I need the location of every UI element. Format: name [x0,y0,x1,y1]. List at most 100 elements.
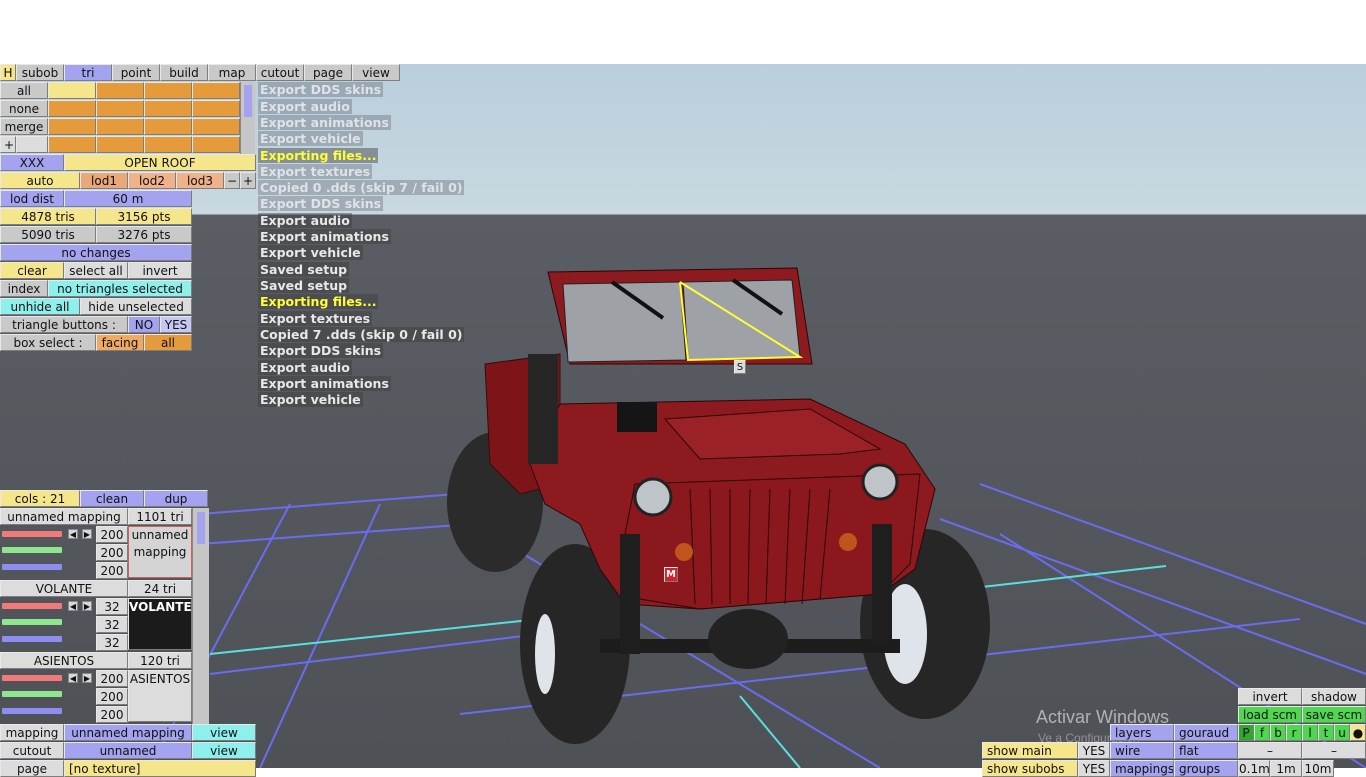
green-slider[interactable] [2,691,62,697]
menu-build[interactable]: build [160,64,208,81]
group-slot[interactable] [96,136,144,153]
groups-scroll-thumb[interactable] [244,85,252,117]
menu-map[interactable]: map [208,64,256,81]
blue-value[interactable]: 200 [96,706,128,723]
red-slider[interactable] [2,603,62,609]
group-slot[interactable] [144,82,192,99]
mapping-value[interactable]: unnamed mapping [64,724,192,741]
group-slot[interactable] [192,82,240,99]
group-merge-button[interactable]: merge [0,118,48,135]
group-slot[interactable] [144,118,192,135]
increase-arrow-icon[interactable]: ▶ [82,673,92,683]
toggle-t[interactable]: t [1318,724,1334,741]
green-slider[interactable] [2,547,62,553]
unhide-all-button[interactable]: unhide all [0,298,80,315]
load-scm-button[interactable]: load scm [1238,706,1302,723]
lod-auto-button[interactable]: auto [0,172,80,189]
decrease-arrow-icon[interactable]: ◀ [68,529,78,539]
green-value[interactable]: 200 [96,544,128,561]
group-slot[interactable] [192,100,240,117]
red-value[interactable]: 200 [96,526,128,543]
grid-1m-button[interactable]: 1m [1270,760,1302,777]
blue-slider[interactable] [2,564,62,570]
lod-dist-value[interactable]: 60 m [64,190,192,207]
mapping-view-button[interactable]: view [192,724,256,741]
page-value[interactable]: [no texture] [64,760,256,777]
menu-subob[interactable]: subob [16,64,64,81]
menu-point[interactable]: point [112,64,160,81]
mappings-button[interactable]: mappings [1110,760,1174,777]
invert-view-button[interactable]: invert [1238,688,1302,705]
cutout-value[interactable]: unnamed [64,742,192,759]
material-preview[interactable]: VOLANTE [128,598,192,650]
select-all-button[interactable]: select all [64,262,128,279]
green-value[interactable]: 200 [96,688,128,705]
green-slider[interactable] [2,619,62,625]
group-slot[interactable] [48,100,96,117]
group-slot[interactable] [16,136,48,153]
triangle-buttons-yes[interactable]: YES [160,316,192,333]
menu-tri[interactable]: tri [64,64,112,81]
triangle-buttons-no[interactable]: NO [128,316,160,333]
flat-button[interactable]: flat [1174,742,1238,759]
layers-button[interactable]: layers [1110,724,1174,741]
material-name[interactable]: VOLANTE [0,580,128,597]
groups-button[interactable]: groups [1174,760,1238,777]
index-button[interactable]: index [0,280,48,297]
group-add-button[interactable]: + [0,136,16,153]
hide-unselected-button[interactable]: hide unselected [80,298,192,315]
group-none-button[interactable]: none [0,100,48,117]
box-select-all[interactable]: all [144,334,192,351]
toggle-l[interactable]: l [1302,724,1318,741]
toggle-p[interactable]: P [1238,724,1254,741]
toggle-u[interactable]: u [1334,724,1350,741]
clear-button[interactable]: clear [0,262,64,279]
group-slot[interactable] [96,82,144,99]
group-slot[interactable] [96,118,144,135]
red-value[interactable]: 200 [96,670,128,687]
grid-10m-button[interactable]: 10m [1302,760,1334,777]
menu-page[interactable]: page [304,64,352,81]
group-slot[interactable] [192,136,240,153]
blue-slider[interactable] [2,636,62,642]
group-slot[interactable] [144,100,192,117]
lod-add-button[interactable]: + [240,172,256,189]
box-select-facing[interactable]: facing [96,334,144,351]
group-all-button[interactable]: all [0,82,48,99]
blue-slider[interactable] [2,708,62,714]
decrease-arrow-icon[interactable]: ◀ [68,673,78,683]
green-value[interactable]: 32 [96,616,128,633]
group-slot[interactable] [192,118,240,135]
red-slider[interactable] [2,675,62,681]
materials-scroll-thumb[interactable] [197,512,205,544]
dash-button[interactable]: – [1238,742,1302,759]
lod-remove-button[interactable]: − [224,172,240,189]
menu-h[interactable]: H [0,64,16,81]
group-slot[interactable] [144,136,192,153]
increase-arrow-icon[interactable]: ▶ [82,601,92,611]
group-slot[interactable] [48,82,96,99]
cutout-view-button[interactable]: view [192,742,256,759]
invert-button[interactable]: invert [128,262,192,279]
wire-button[interactable]: wire [1110,742,1174,759]
toggle-f[interactable]: f [1254,724,1270,741]
group-slot[interactable] [48,118,96,135]
blue-value[interactable]: 32 [96,634,128,651]
material-name[interactable]: unnamed mapping [0,508,128,525]
groups-scrollbar[interactable] [240,82,255,154]
object-name[interactable]: XXX [0,154,64,171]
toggle-dot[interactable]: ● [1350,724,1366,741]
menu-view[interactable]: view [352,64,400,81]
material-name[interactable]: ASIENTOS [0,652,128,669]
materials-scrollbar[interactable] [192,508,209,724]
object-variant[interactable]: OPEN ROOF [64,154,256,171]
blue-value[interactable]: 200 [96,562,128,579]
shadow-button[interactable]: shadow [1302,688,1366,705]
red-slider[interactable] [2,531,62,537]
save-scm-button[interactable]: save scm [1302,706,1366,723]
show-subobs-toggle[interactable]: YES [1078,760,1110,777]
group-slot[interactable] [48,136,96,153]
lod2-button[interactable]: lod2 [128,172,176,189]
gouraud-button[interactable]: gouraud [1174,724,1238,741]
group-slot[interactable] [96,100,144,117]
